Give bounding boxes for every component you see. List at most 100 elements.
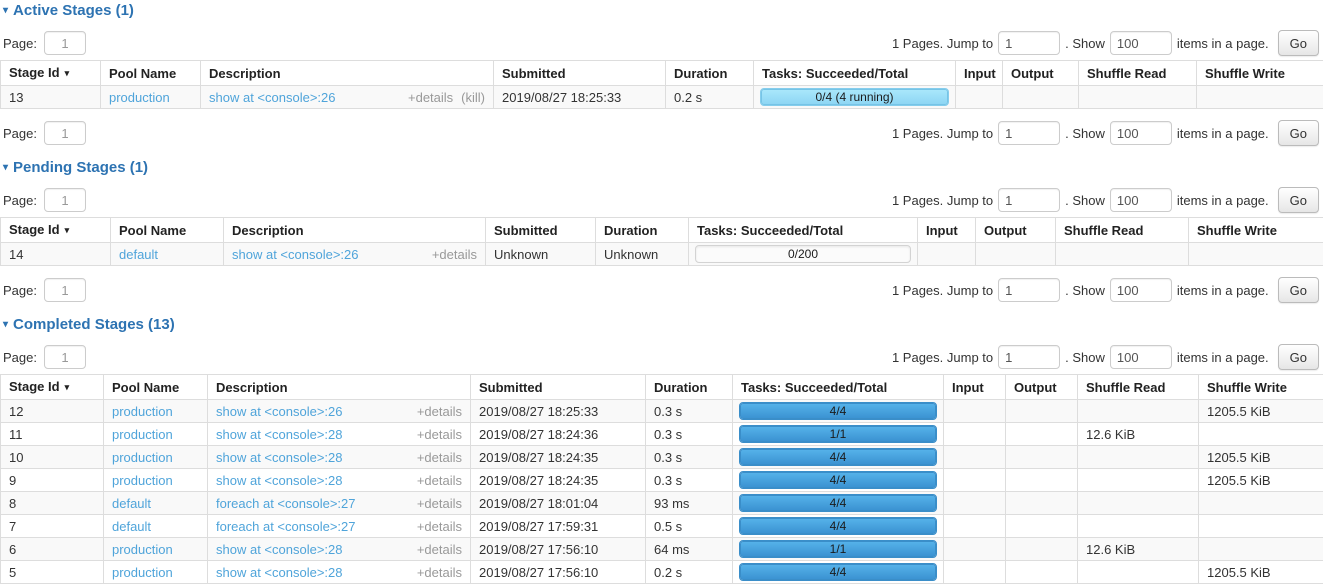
page-size-input[interactable] (1110, 278, 1172, 302)
stage-row: 6productionshow at <console>:28+details2… (1, 538, 1323, 561)
column-header[interactable]: Description (201, 61, 494, 86)
go-button[interactable]: Go (1278, 344, 1319, 370)
page-label: Page: (3, 36, 37, 51)
column-header[interactable]: Submitted (494, 61, 666, 86)
column-header[interactable]: Duration (646, 375, 733, 400)
stage-description-link[interactable]: show at <console>:26 (209, 89, 400, 106)
stage-description-link[interactable]: foreach at <console>:27 (216, 495, 409, 512)
pool-name-link[interactable]: production (112, 473, 173, 488)
section-title[interactable]: ▾Pending Stages (1) (3, 159, 1323, 176)
column-header[interactable]: Shuffle Write (1199, 375, 1323, 400)
page-size-input[interactable] (1110, 121, 1172, 145)
column-header[interactable]: Output (1003, 61, 1079, 86)
stage-description-link[interactable]: show at <console>:28 (216, 541, 409, 558)
pool-name-link[interactable]: default (119, 247, 158, 262)
column-header[interactable]: Shuffle Write (1197, 61, 1323, 86)
pool-name-link[interactable]: default (112, 496, 151, 511)
stage-id-cell: 13 (1, 86, 101, 109)
page-number-input[interactable] (44, 31, 86, 55)
column-header[interactable]: Shuffle Read (1056, 218, 1189, 243)
column-header[interactable]: Output (976, 218, 1056, 243)
column-header[interactable]: Pool Name (101, 61, 201, 86)
column-header[interactable]: Duration (666, 61, 754, 86)
progress-label: 4/4 (740, 495, 936, 511)
page-number-input[interactable] (44, 121, 86, 145)
column-header[interactable]: Submitted (486, 218, 596, 243)
pool-name-link[interactable]: production (112, 542, 173, 557)
pool-name-link[interactable]: production (112, 427, 173, 442)
column-header[interactable]: Submitted (471, 375, 646, 400)
column-header[interactable]: Pool Name (104, 375, 208, 400)
column-header[interactable]: Input (918, 218, 976, 243)
details-toggle[interactable]: +details (417, 518, 462, 535)
stage-description-link[interactable]: show at <console>:26 (216, 403, 409, 420)
column-header[interactable]: Stage Id▾ (1, 375, 104, 400)
stage-description-link[interactable]: foreach at <console>:27 (216, 518, 409, 535)
column-header[interactable]: Description (224, 218, 486, 243)
column-header[interactable]: Tasks: Succeeded/Total (733, 375, 944, 400)
duration-cell: 0.2 s (666, 86, 754, 109)
column-header[interactable]: Shuffle Read (1078, 375, 1199, 400)
jump-to-input[interactable] (998, 345, 1060, 369)
column-header[interactable]: Tasks: Succeeded/Total (754, 61, 956, 86)
column-header[interactable]: Tasks: Succeeded/Total (689, 218, 918, 243)
go-button[interactable]: Go (1278, 187, 1319, 213)
page-number-input[interactable] (44, 278, 86, 302)
pool-name-link[interactable]: default (112, 519, 151, 534)
details-toggle[interactable]: +details (417, 541, 462, 558)
pool-name-link[interactable]: production (112, 565, 173, 580)
go-button[interactable]: Go (1278, 30, 1319, 56)
column-header[interactable]: Stage Id▾ (1, 218, 111, 243)
section-title[interactable]: ▾Active Stages (1) (3, 2, 1323, 19)
pool-name-cell: production (104, 423, 208, 446)
column-header[interactable]: Input (956, 61, 1003, 86)
submitted-cell: 2019/08/27 18:24:36 (471, 423, 646, 446)
stage-description-link[interactable]: show at <console>:26 (232, 246, 424, 263)
page-size-input[interactable] (1110, 188, 1172, 212)
stage-description-link[interactable]: show at <console>:28 (216, 472, 409, 489)
details-toggle[interactable]: +details (417, 495, 462, 512)
pool-name-link[interactable]: production (112, 450, 173, 465)
jump-to-input[interactable] (998, 121, 1060, 145)
jump-to-input[interactable] (998, 31, 1060, 55)
go-button[interactable]: Go (1278, 277, 1319, 303)
column-header[interactable]: Shuffle Write (1189, 218, 1323, 243)
jump-to-input[interactable] (998, 278, 1060, 302)
section-title[interactable]: ▾Completed Stages (13) (3, 316, 1323, 333)
column-header[interactable]: Pool Name (111, 218, 224, 243)
details-toggle[interactable]: +details (408, 89, 453, 106)
page-size-input[interactable] (1110, 345, 1172, 369)
column-header[interactable]: Input (944, 375, 1006, 400)
column-header-label: Pool Name (112, 380, 179, 395)
stage-id-cell: 9 (1, 469, 104, 492)
column-header[interactable]: Output (1006, 375, 1078, 400)
details-toggle[interactable]: +details (432, 246, 477, 263)
progress-label: 1/1 (740, 541, 936, 557)
details-toggle[interactable]: +details (417, 403, 462, 420)
duration-cell: 0.5 s (646, 515, 733, 538)
kill-link[interactable]: (kill) (461, 89, 485, 106)
details-toggle[interactable]: +details (417, 426, 462, 443)
stage-description-link[interactable]: show at <console>:28 (216, 449, 409, 466)
stage-description-link[interactable]: show at <console>:28 (216, 564, 409, 581)
page-size-input[interactable] (1110, 31, 1172, 55)
page-number-input[interactable] (44, 188, 86, 212)
pool-name-link[interactable]: production (109, 90, 170, 105)
column-header[interactable]: Shuffle Read (1079, 61, 1197, 86)
jump-to-input[interactable] (998, 188, 1060, 212)
stage-description-link[interactable]: show at <console>:28 (216, 426, 409, 443)
pagination-bar: Page:1 Pages. Jump to. Showitems in a pa… (3, 30, 1319, 56)
column-header[interactable]: Description (208, 375, 471, 400)
column-header[interactable]: Duration (596, 218, 689, 243)
go-button[interactable]: Go (1278, 120, 1319, 146)
details-toggle[interactable]: +details (417, 472, 462, 489)
page-number-input[interactable] (44, 345, 86, 369)
details-toggle[interactable]: +details (417, 564, 462, 581)
input-cell (944, 469, 1006, 492)
shuffle-write-cell (1199, 492, 1323, 515)
details-toggle[interactable]: +details (417, 449, 462, 466)
pool-name-cell: production (104, 538, 208, 561)
shuffle-write-cell (1199, 538, 1323, 561)
column-header[interactable]: Stage Id▾ (1, 61, 101, 86)
pool-name-link[interactable]: production (112, 404, 173, 419)
